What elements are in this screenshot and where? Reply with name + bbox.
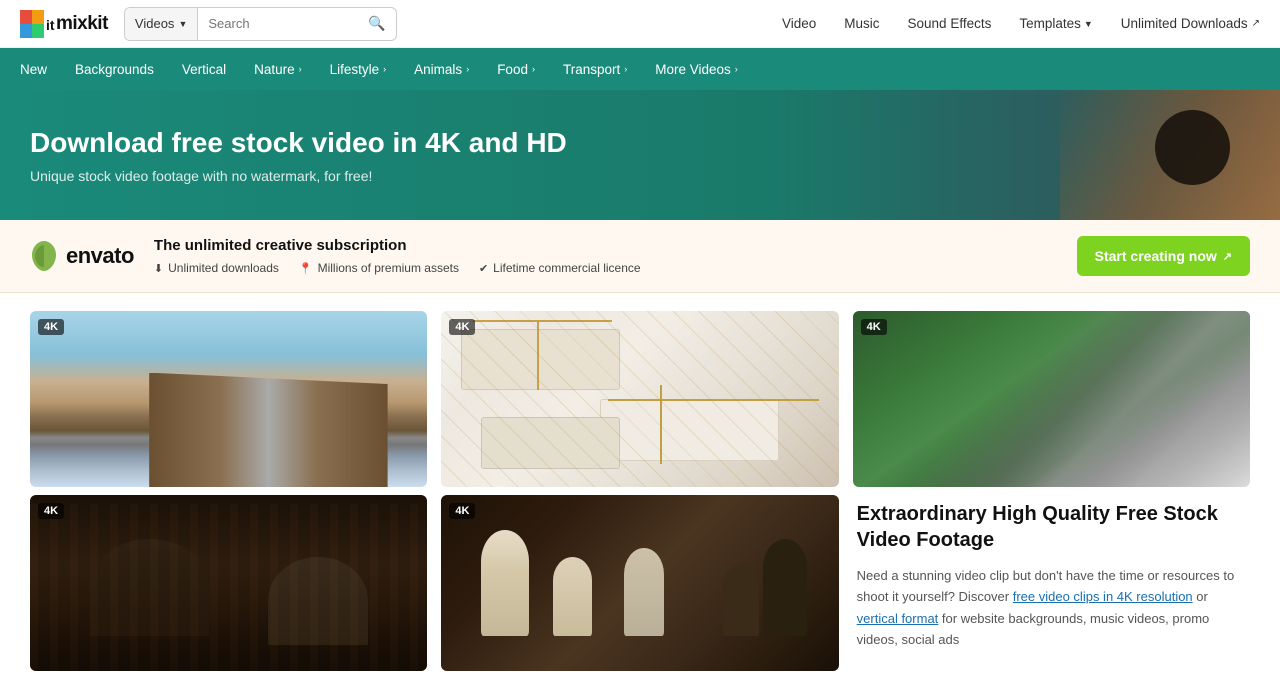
- external-icon: ↗: [1223, 250, 1232, 263]
- start-creating-button[interactable]: Start creating now ↗: [1077, 236, 1250, 276]
- location-icon: 📍: [299, 262, 313, 275]
- videos-label: Videos: [135, 16, 175, 31]
- logo-icon: it: [20, 10, 56, 38]
- video-thumb-chess: [441, 495, 838, 671]
- nav-sound-effects[interactable]: Sound Effects: [908, 16, 992, 31]
- subnav-more-videos[interactable]: More Videos ›: [641, 48, 752, 90]
- more-chevron-icon: ›: [735, 64, 738, 74]
- video-card-aerial[interactable]: 4K: [853, 311, 1250, 487]
- video-thumb-gifts: [441, 311, 838, 487]
- envato-banner: envato The unlimited creative subscripti…: [0, 220, 1280, 293]
- link-vertical-format[interactable]: vertical format: [857, 611, 939, 626]
- feature-downloads-text: Unlimited downloads: [168, 261, 279, 275]
- video-thumb-road: [30, 311, 427, 487]
- nature-chevron-icon: ›: [299, 64, 302, 74]
- video-badge-4k-interview: 4K: [38, 503, 64, 519]
- shield-icon: ✔: [479, 262, 488, 275]
- feature-assets-text: Millions of premium assets: [318, 261, 459, 275]
- animals-chevron-icon: ›: [466, 64, 469, 74]
- nav-unlimited-downloads[interactable]: Unlimited Downloads ↗: [1121, 16, 1260, 31]
- header: it mixkit Videos ▼ 🔍 Video Music Sound E…: [0, 0, 1280, 48]
- download-icon: ⬇: [154, 262, 163, 275]
- lifestyle-chevron-icon: ›: [383, 64, 386, 74]
- subnav-animals[interactable]: Animals ›: [400, 48, 483, 90]
- video-card-chess[interactable]: 4K: [441, 495, 838, 671]
- templates-chevron-icon: ▼: [1084, 19, 1093, 29]
- nav-video[interactable]: Video: [782, 16, 816, 31]
- video-grid-row1: 4K 4K 4K: [0, 293, 1280, 495]
- search-button[interactable]: 🔍: [358, 15, 395, 32]
- subnav-vertical[interactable]: Vertical: [168, 48, 240, 90]
- templates-label: Templates: [1019, 16, 1081, 31]
- text-card-mid: or: [1193, 589, 1208, 604]
- envato-logo: envato: [30, 239, 134, 273]
- video-badge-4k-chess: 4K: [449, 503, 475, 519]
- food-chevron-icon: ›: [532, 64, 535, 74]
- search-icon: 🔍: [368, 15, 385, 32]
- nav-templates[interactable]: Templates ▼: [1019, 16, 1092, 31]
- video-card-road[interactable]: 4K: [30, 311, 427, 487]
- envato-tagline: The unlimited creative subscription: [154, 237, 1057, 254]
- video-badge-4k-gifts: 4K: [449, 319, 475, 335]
- video-thumb-interview: [30, 495, 427, 671]
- envato-leaf-icon: [30, 239, 58, 273]
- subnav-nature[interactable]: Nature ›: [240, 48, 316, 90]
- envato-feature-downloads: ⬇ Unlimited downloads: [154, 261, 279, 275]
- envato-feature-licence: ✔ Lifetime commercial licence: [479, 261, 641, 275]
- envato-info: The unlimited creative subscription ⬇ Un…: [154, 237, 1057, 275]
- video-card-interview[interactable]: 4K: [30, 495, 427, 671]
- video-card-gifts[interactable]: 4K: [441, 311, 838, 487]
- subnav-lifestyle[interactable]: Lifestyle ›: [316, 48, 401, 90]
- hero-title: Download free stock video in 4K and HD: [30, 126, 567, 160]
- hero-text: Download free stock video in 4K and HD U…: [30, 126, 567, 184]
- text-card-body: Need a stunning video clip but don't hav…: [857, 565, 1246, 651]
- nav-music[interactable]: Music: [844, 16, 879, 31]
- search-bar: Videos ▼ 🔍: [124, 7, 397, 41]
- video-badge-4k-aerial: 4K: [861, 319, 887, 335]
- hero-decoration: [1060, 90, 1280, 220]
- hero-banner: Download free stock video in 4K and HD U…: [0, 90, 1280, 220]
- text-card-title: Extraordinary High Quality Free Stock Vi…: [857, 501, 1246, 553]
- link-4k-resolution[interactable]: free video clips in 4K resolution: [1013, 589, 1193, 604]
- envato-feature-assets: 📍 Millions of premium assets: [299, 261, 459, 275]
- external-link-icon: ↗: [1252, 18, 1260, 29]
- hero-circle-decoration: [1155, 110, 1230, 185]
- logo-text: mixkit: [56, 13, 108, 35]
- header-nav: Video Music Sound Effects Templates ▼ Un…: [782, 16, 1260, 31]
- video-grid-row2: 4K 4K Extraordinary High Quality Free St…: [0, 495, 1280, 691]
- svg-text:it: it: [46, 17, 55, 33]
- video-thumb-aerial: [853, 311, 1250, 487]
- video-badge-4k-road: 4K: [38, 319, 64, 335]
- videos-dropdown-button[interactable]: Videos ▼: [125, 8, 198, 40]
- subnav-transport[interactable]: Transport ›: [549, 48, 641, 90]
- hero-subtitle: Unique stock video footage with no water…: [30, 168, 567, 184]
- sub-nav: New Backgrounds Vertical Nature › Lifest…: [0, 48, 1280, 90]
- subnav-backgrounds[interactable]: Backgrounds: [61, 48, 168, 90]
- start-creating-label: Start creating now: [1095, 248, 1217, 264]
- feature-licence-text: Lifetime commercial licence: [493, 261, 640, 275]
- subnav-new[interactable]: New: [20, 48, 61, 90]
- dropdown-chevron-icon: ▼: [178, 19, 187, 29]
- search-input[interactable]: [198, 16, 358, 31]
- envato-wordmark: envato: [66, 243, 134, 269]
- text-info-card: Extraordinary High Quality Free Stock Vi…: [853, 495, 1250, 671]
- unlimited-label: Unlimited Downloads: [1121, 16, 1248, 31]
- envato-features: ⬇ Unlimited downloads 📍 Millions of prem…: [154, 261, 1057, 275]
- logo[interactable]: it mixkit: [20, 10, 108, 38]
- subnav-food[interactable]: Food ›: [483, 48, 549, 90]
- transport-chevron-icon: ›: [624, 64, 627, 74]
